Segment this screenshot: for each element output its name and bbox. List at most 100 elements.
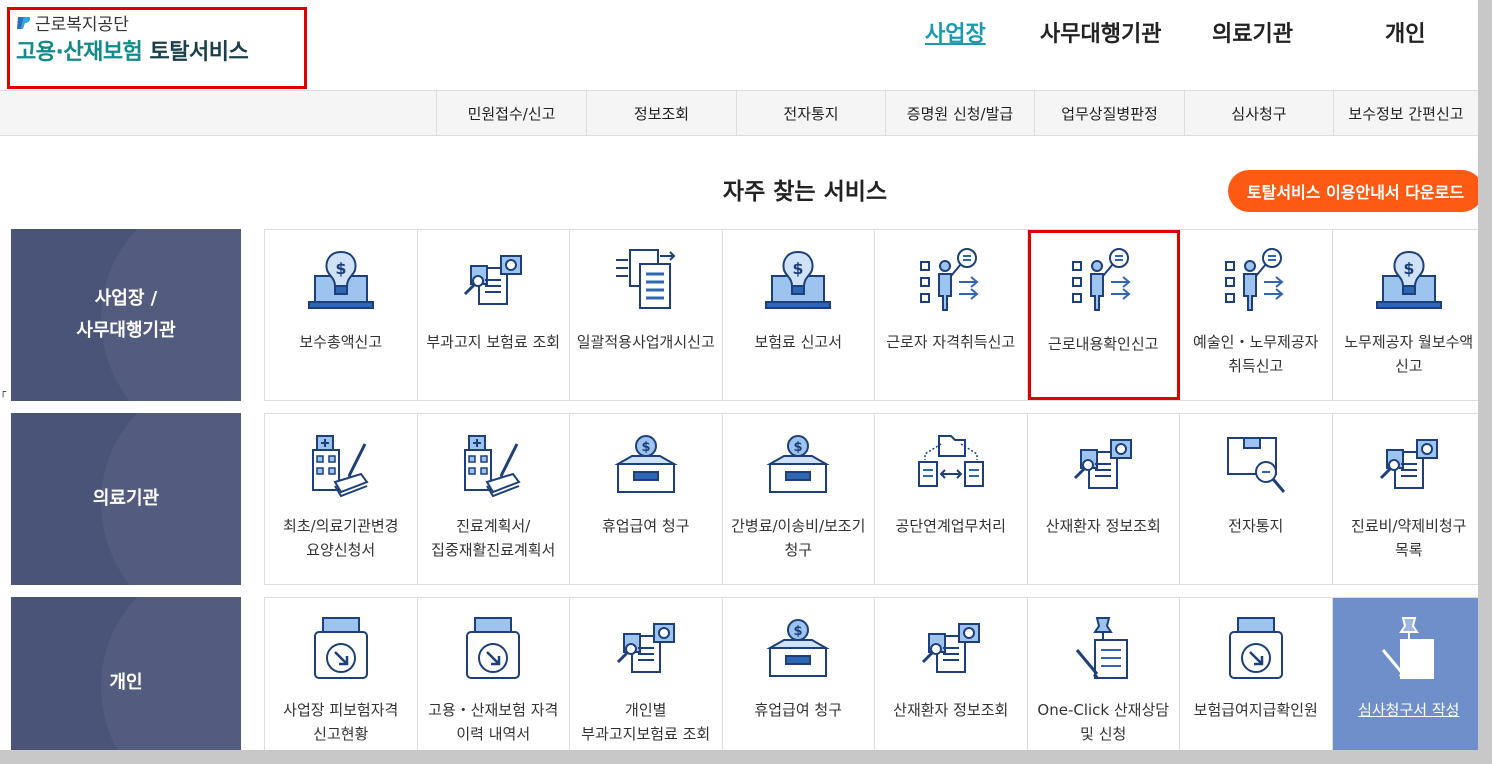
service-grid: $ 보수총액신고 부과고지 보험료 조회 일괄적용사업개시신고 $ 보험료 신고서 xyxy=(264,229,1478,401)
org-name: 근로복지공단 xyxy=(16,10,129,35)
category-label: 개인 xyxy=(109,672,143,693)
service-tile[interactable]: 산재환자 정보조회 xyxy=(875,598,1028,750)
category-panel: 사업장 / 사무대행기관 xyxy=(11,229,241,401)
service-tile-label: 노무제공자 월보수액 신고 xyxy=(1344,333,1474,375)
service-tile[interactable]: 산재환자 정보조회 xyxy=(1027,414,1180,584)
sub-nav: 민원접수/신고 정보조회 전자통지 증명원 신청/발급 업무상질병판정 심사청구… xyxy=(0,90,1478,136)
sub-nav-item[interactable]: 증명원 신청/발급 xyxy=(885,91,1034,135)
service-tile[interactable]: 사업장 피보험자격 신고현황 xyxy=(265,598,418,750)
svg-text:$: $ xyxy=(335,259,346,278)
service-tile[interactable]: $ 휴업급여 청구 xyxy=(722,598,875,750)
presenter-checklist-icon xyxy=(1067,246,1139,318)
service-tile-label: 진료계획서/집중재활진료계획서 xyxy=(431,517,556,559)
vertical-scrollbar[interactable] xyxy=(1478,0,1492,764)
service-tile[interactable]: 심사청구서 작성 xyxy=(1332,598,1478,750)
service-tile[interactable]: 전자통지 xyxy=(1180,414,1333,584)
service-tile-label: One-Click 산재상담 및 신청 xyxy=(1037,701,1170,743)
service-tile-label: 산재환자 정보조회 xyxy=(1045,517,1161,535)
service-grid: 최초/의료기관변경 요양신청서 진료계획서/집중재활진료계획서 $ 휴업급여 청… xyxy=(264,413,1478,585)
logo[interactable]: 근로복지공단 고용·산재보험 토탈서비스 xyxy=(7,7,307,89)
service-tile[interactable]: 개인별 부과고지보험료 조회 xyxy=(570,598,723,750)
service-tile[interactable]: $ 보험료 신고서 xyxy=(722,230,875,400)
edge-mark: ┌ xyxy=(0,387,7,398)
service-tile-label: 일괄적용사업개시신고 xyxy=(576,333,715,351)
sub-nav-item[interactable]: 심사청구 xyxy=(1184,91,1333,135)
laptop-coin-icon: $ xyxy=(762,246,834,318)
service-tile[interactable]: 근로내용확인신고 xyxy=(1027,230,1180,400)
service-tile[interactable]: 공단연계업무처리 xyxy=(875,414,1028,584)
comwel-logo-icon xyxy=(16,15,32,31)
hospital-pen-icon xyxy=(305,430,377,502)
svg-text:$: $ xyxy=(793,259,804,278)
laptop-coin-icon: $ xyxy=(305,246,377,318)
service-tile[interactable]: $ 보수총액신고 xyxy=(265,230,418,400)
coin-box-icon: $ xyxy=(762,614,834,686)
laptop-coin-icon: $ xyxy=(1373,246,1445,318)
service-tile-label: 부과고지 보험료 조회 xyxy=(426,333,561,351)
service-tile-label: 전자통지 xyxy=(1228,517,1284,535)
service-tile-label: 진료비/약제비청구 목록 xyxy=(1351,517,1467,559)
service-tile-label: 간병료/이송비/보조기 청구 xyxy=(731,517,866,559)
service-tile-label: 예술인・노무제공자 취득신고 xyxy=(1193,333,1319,375)
service-tile[interactable]: 최초/의료기관변경 요양신청서 xyxy=(265,414,418,584)
service-tile[interactable]: $ 휴업급여 청구 xyxy=(570,414,723,584)
document-search-icon xyxy=(610,614,682,686)
document-search-icon xyxy=(915,614,987,686)
sub-nav-item[interactable]: 보수정보 간편신고 xyxy=(1333,91,1478,135)
service-tile[interactable]: 부과고지 보험료 조회 xyxy=(417,230,570,400)
sub-nav-item[interactable]: 민원접수/신고 xyxy=(436,91,586,135)
top-nav-personal[interactable]: 개인 xyxy=(1385,16,1425,48)
service-tile-label: 보험료 신고서 xyxy=(754,333,843,351)
service-tile-label: 보수총액신고 xyxy=(299,333,383,351)
service-tile[interactable]: 고용・산재보험 자격 이력 내역서 xyxy=(417,598,570,750)
category-panel: 개인 xyxy=(11,597,241,750)
service-tile[interactable]: $ 노무제공자 월보수액 신고 xyxy=(1332,230,1478,400)
folder-exchange-icon xyxy=(915,430,987,502)
pin-document-icon xyxy=(1067,614,1139,686)
service-tile-label: 고용・산재보험 자격 이력 내역서 xyxy=(428,701,559,743)
svg-text:$: $ xyxy=(794,440,803,455)
document-transfer-icon xyxy=(610,246,682,318)
service-tile[interactable]: 보험급여지급확인원 xyxy=(1180,598,1333,750)
hospital-pen-icon xyxy=(457,430,529,502)
service-tile-label: 공단연계업무처리 xyxy=(895,517,1006,535)
service-tile-label: 휴업급여 청구 xyxy=(601,517,690,535)
service-tile-label: 개인별 부과고지보험료 조회 xyxy=(581,701,711,743)
document-search-icon xyxy=(457,246,529,318)
service-tile-label: 휴업급여 청구 xyxy=(754,701,843,719)
service-tile-label: 근로자 자격취득신고 xyxy=(886,333,1016,351)
category-label: 의료기관 xyxy=(92,488,160,509)
svg-text:$: $ xyxy=(1403,259,1414,278)
service-tile-label: 보험급여지급확인원 xyxy=(1193,701,1318,719)
svg-text:$: $ xyxy=(641,440,650,455)
category-panel: 의료기관 xyxy=(11,413,241,585)
presenter-checklist-icon xyxy=(1220,246,1292,318)
service-tile[interactable]: 예술인・노무제공자 취득신고 xyxy=(1180,230,1333,400)
sub-nav-item[interactable]: 전자통지 xyxy=(736,91,885,135)
coin-box-icon: $ xyxy=(762,430,834,502)
service-grid: 사업장 피보험자격 신고현황 고용・산재보험 자격 이력 내역서 개인별 부과고… xyxy=(264,597,1478,750)
service-tile[interactable]: $ 간병료/이송비/보조기 청구 xyxy=(722,414,875,584)
sub-nav-item[interactable]: 업무상질병판정 xyxy=(1034,91,1184,135)
service-tile-label: 사업장 피보험자격 신고현황 xyxy=(283,701,399,743)
package-search-icon xyxy=(1220,430,1292,502)
printer-download-icon xyxy=(305,614,377,686)
service-title: 고용·산재보험 토탈서비스 xyxy=(16,40,249,65)
top-nav-agency[interactable]: 사무대행기관 xyxy=(1040,16,1161,48)
coin-box-icon: $ xyxy=(610,430,682,502)
sub-nav-item[interactable]: 정보조회 xyxy=(586,91,736,135)
service-tile[interactable]: 일괄적용사업개시신고 xyxy=(570,230,723,400)
horizontal-scrollbar[interactable] xyxy=(0,750,1492,764)
category-label: 사업장 / 사무대행기관 xyxy=(76,288,176,341)
pin-document-icon xyxy=(1373,614,1445,686)
page: 근로복지공단 고용·산재보험 토탈서비스 사업장 사무대행기관 의료기관 개인 … xyxy=(0,0,1478,750)
service-tile[interactable]: One-Click 산재상담 및 신청 xyxy=(1027,598,1180,750)
top-nav: 사업장 사무대행기관 의료기관 개인 xyxy=(880,16,1478,56)
service-tile[interactable]: 진료비/약제비청구 목록 xyxy=(1332,414,1478,584)
guide-download-button[interactable]: 토탈서비스 이용안내서 다운로드 xyxy=(1228,170,1478,212)
service-tile[interactable]: 근로자 자격취득신고 xyxy=(875,230,1028,400)
service-tile[interactable]: 진료계획서/집중재활진료계획서 xyxy=(417,414,570,584)
top-nav-medical[interactable]: 의료기관 xyxy=(1212,16,1293,48)
presenter-checklist-icon xyxy=(915,246,987,318)
top-nav-business[interactable]: 사업장 xyxy=(925,16,986,48)
